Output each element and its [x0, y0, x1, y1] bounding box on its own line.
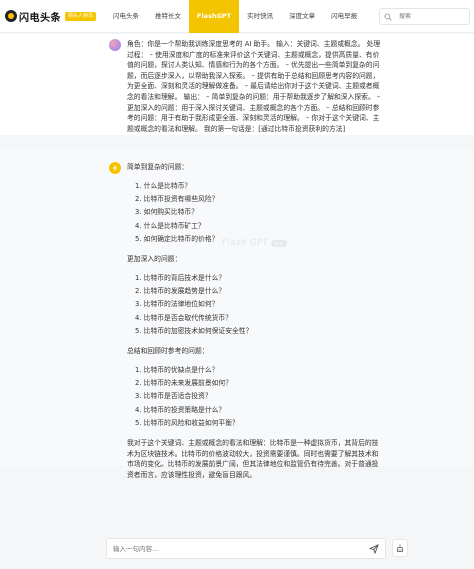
broom-icon — [396, 544, 404, 552]
list-item: 3. 比特币是否适合投资？ — [135, 392, 212, 401]
question-list-simple: 1. 什么是比特币？ 2. 比特币投资有哪些风险？ 3. 如何购买比特币？ 4.… — [135, 180, 380, 246]
question-list-deep: 1. 比特币的背后技术是什么？ 2. 比特币的发展趋势是什么？ 3. 比特币的法… — [135, 272, 380, 338]
search-box[interactable] — [379, 8, 470, 25]
clear-chat-button[interactable] — [392, 539, 408, 557]
list-item: 1. 什么是比特币？ — [135, 182, 192, 190]
nav-item-morning-report[interactable]: 闪电早报 — [323, 0, 365, 33]
list-item: 2. 比特币投资有哪些风险？ — [135, 195, 219, 204]
watermark-text: Flash GPT — [222, 238, 269, 248]
list-item: 3. 比特币的法律地位如何？ — [135, 300, 219, 309]
ai-message-body: 简单到复杂的问题： 1. 什么是比特币？ 2. 比特币投资有哪些风险？ 3. 如… — [127, 162, 380, 480]
top-navigation-bar: 闪电头条 领头人快讯 闪电头条 推特长文 FlashGPT 实时快讯 深度文章 … — [0, 0, 474, 33]
nav-item-deep-articles[interactable]: 深度文章 — [281, 0, 323, 33]
ai-avatar — [109, 162, 121, 174]
opinion-text: 我对于这个关键词、主题或概念的看法和理解：比特币是一种虚拟货币，其背后的技术为区… — [127, 439, 379, 479]
list-item: 3. 如何购买比特币？ — [135, 208, 199, 217]
ai-message: 简单到复杂的问题： 1. 什么是比特币？ 2. 比特币投资有哪些风险？ 3. 如… — [0, 150, 474, 479]
nav-item-live-news[interactable]: 实时快讯 — [239, 0, 281, 33]
search-input[interactable] — [399, 13, 469, 20]
user-avatar — [109, 39, 121, 51]
logo-text: 闪电头条 — [19, 12, 61, 24]
main-nav: 闪电头条 推特长文 FlashGPT 实时快讯 深度文章 闪电早报 — [105, 0, 365, 33]
list-item: 5. 比特币的加密技术如何保证安全性？ — [135, 326, 253, 335]
lightning-icon — [112, 164, 118, 172]
search-icon — [384, 13, 392, 21]
section-heading-simple: 简单到复杂的问题： — [127, 163, 189, 171]
nav-item-headlines[interactable]: 闪电头条 — [105, 0, 147, 33]
list-item: 1. 比特币的背后技术是什么？ — [135, 274, 226, 283]
flashgpt-watermark: Flash GPT Beta — [222, 238, 287, 248]
lightning-logo-icon — [5, 10, 17, 22]
nav-item-flashgpt[interactable]: FlashGPT — [189, 0, 240, 33]
list-item: 4. 比特币的投资策略是什么？ — [135, 405, 226, 414]
message-input[interactable] — [113, 542, 363, 556]
logo[interactable]: 闪电头条 领头人快讯 — [5, 9, 97, 24]
user-message-text: 角色：你是一个帮助我训练深度思考的 AI 助手。 输入：关键词、主题或概念。 处… — [127, 40, 381, 133]
watermark-badge: Beta — [271, 239, 287, 247]
list-item: 1. 比特币的优缺点是什么？ — [135, 366, 219, 375]
nav-item-twitter-articles[interactable]: 推特长文 — [147, 0, 189, 33]
list-item: 4. 什么是比特币矿工？ — [135, 221, 205, 230]
user-message: 角色：你是一个帮助我训练深度思考的 AI 助手。 输入：关键词、主题或概念。 处… — [0, 34, 474, 135]
send-icon[interactable] — [369, 544, 379, 554]
list-item: 2. 比特币的未来发展前景如何？ — [135, 379, 233, 388]
list-item: 2. 比特币的发展趋势是什么？ — [135, 287, 226, 296]
section-heading-review: 总结和回顾时参考的问题： — [127, 347, 209, 356]
list-item: 5. 比特币的风险和收益如何平衡？ — [135, 418, 239, 427]
section-heading-deep: 更加深入的问题： — [127, 255, 182, 264]
logo-badge: 领头人快讯 — [65, 11, 97, 21]
list-item: 4. 比特币是否会取代传统货币？ — [135, 313, 233, 322]
question-list-review: 1. 比特币的优缺点是什么？ 2. 比特币的未来发展前景如何？ 3. 比特币是否… — [135, 364, 380, 430]
message-input-box[interactable] — [106, 538, 386, 559]
